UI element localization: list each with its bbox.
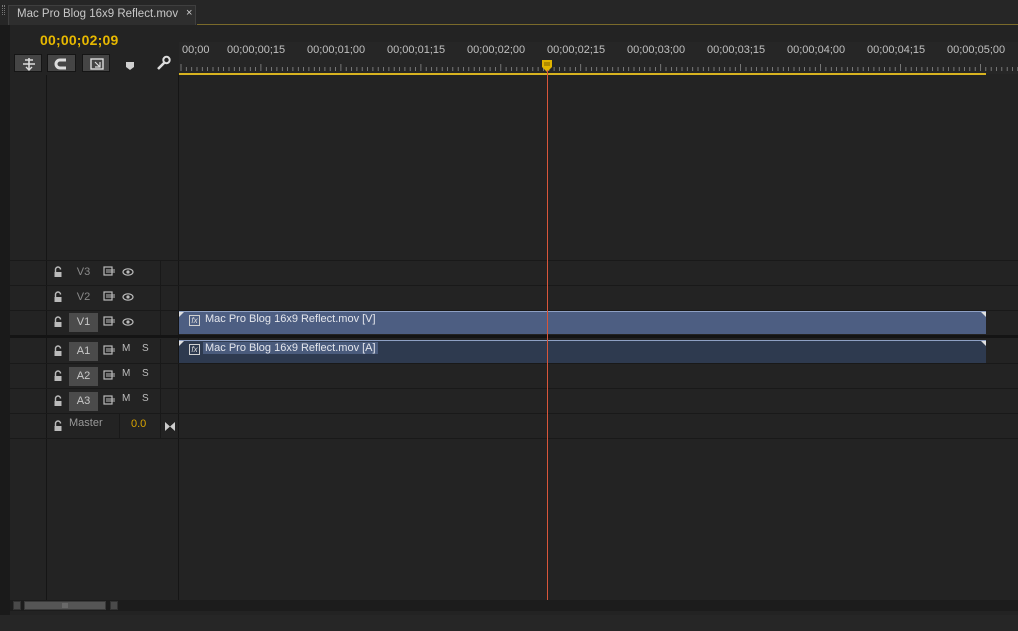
- ruler-label: 00;00;00;15: [227, 44, 286, 56]
- ruler-label: 00;00;05;00: [947, 44, 1006, 56]
- bottom-bar: [0, 615, 1018, 631]
- track-header-a1: A1 M S: [47, 339, 179, 364]
- track-name-a1[interactable]: A1: [69, 342, 98, 361]
- ruler-label: 00;00;04;00: [787, 44, 846, 56]
- lock-icon[interactable]: [53, 291, 63, 303]
- sync-lock-icon[interactable]: [103, 291, 117, 302]
- eye-icon[interactable]: [122, 317, 134, 327]
- playhead-timecode[interactable]: 00;00;02;09: [40, 32, 118, 48]
- track-header-v2: V2: [47, 285, 179, 310]
- video-clip-name: Mac Pro Blog 16x9 Reflect.mov [V]: [205, 313, 376, 325]
- wrench-settings-icon[interactable]: [154, 54, 172, 77]
- audio-clip-name: Mac Pro Blog 16x9 Reflect.mov [A]: [203, 342, 378, 354]
- track-header-v1: V1: [47, 310, 179, 335]
- panel-grip-icon[interactable]: [2, 5, 5, 15]
- track-header-a2: A2 M S: [47, 364, 179, 389]
- bowtie-icon[interactable]: [164, 421, 176, 432]
- fx-badge-icon[interactable]: fx: [189, 344, 200, 355]
- track-name-a3[interactable]: A3: [69, 392, 98, 411]
- lock-icon[interactable]: [53, 266, 63, 278]
- sync-lock-icon[interactable]: [103, 345, 117, 356]
- sync-lock-icon[interactable]: [103, 395, 117, 406]
- lock-icon[interactable]: [53, 345, 63, 357]
- eye-icon[interactable]: [122, 292, 134, 302]
- lock-icon[interactable]: [53, 420, 63, 432]
- horizontal-scrollbar[interactable]: [10, 600, 1018, 611]
- mute-button[interactable]: M: [122, 368, 130, 379]
- header-separator: [160, 310, 161, 335]
- grip-icon: [62, 603, 68, 608]
- header-separator: [160, 414, 161, 439]
- lock-icon[interactable]: [53, 370, 63, 382]
- clip-corner-icon: [179, 312, 184, 317]
- master-track-label: Master: [69, 417, 103, 429]
- tab-bar: Mac Pro Blog 16x9 Reflect.mov ×: [0, 0, 1018, 25]
- eye-icon[interactable]: [122, 267, 134, 277]
- linked-selection-icon[interactable]: [82, 54, 110, 72]
- header-separator: [160, 285, 161, 310]
- scroll-zoom-right-handle[interactable]: [110, 601, 118, 610]
- mute-button[interactable]: M: [122, 343, 130, 354]
- add-marker-icon[interactable]: [125, 58, 135, 76]
- clip-corner-icon: [981, 341, 986, 346]
- track-header-v3: V3: [47, 260, 179, 285]
- close-icon[interactable]: ×: [186, 7, 192, 19]
- header-separator: [160, 260, 161, 285]
- header-separator: [160, 339, 161, 364]
- header-separator: [160, 389, 161, 414]
- mute-button[interactable]: M: [122, 393, 130, 404]
- ruler-label: 00;00;03;15: [707, 44, 766, 56]
- track-name-v2[interactable]: V2: [69, 288, 98, 307]
- video-clip[interactable]: fx Mac Pro Blog 16x9 Reflect.mov [V]: [179, 311, 986, 334]
- audio-clip[interactable]: fx Mac Pro Blog 16x9 Reflect.mov [A]: [179, 340, 986, 363]
- ruler-label: 00;00;04;15: [867, 44, 926, 56]
- sync-lock-icon[interactable]: [103, 316, 117, 327]
- video-audio-divider[interactable]: [10, 335, 1018, 338]
- fx-badge-icon[interactable]: fx: [189, 315, 200, 326]
- clip-corner-icon: [981, 312, 986, 317]
- ruler-label: 00;00;03;00: [627, 44, 686, 56]
- track-name-v1[interactable]: V1: [69, 313, 98, 332]
- ruler-label: 00;00: [182, 44, 210, 56]
- timeline-panel: 00;00;02;09 00;00 00;00;00;15 00;00;01;0…: [10, 25, 1018, 615]
- sync-lock-icon[interactable]: [103, 266, 117, 277]
- ruler-label: 00;00;02;00: [467, 44, 526, 56]
- solo-button[interactable]: S: [142, 368, 149, 379]
- scroll-zoom-left-handle[interactable]: [13, 601, 21, 610]
- track-header-master: Master 0.0: [47, 414, 179, 439]
- track-name-a2[interactable]: A2: [69, 367, 98, 386]
- ruler-label: 00;00;01;00: [307, 44, 366, 56]
- ruler-label: 00;00;02;15: [547, 44, 606, 56]
- solo-button[interactable]: S: [142, 393, 149, 404]
- lock-icon[interactable]: [53, 316, 63, 328]
- playhead-line[interactable]: [547, 70, 548, 600]
- ruler-ticks: [180, 64, 1018, 71]
- work-area-bar[interactable]: [179, 73, 986, 75]
- tab-sequence[interactable]: Mac Pro Blog 16x9 Reflect.mov ×: [8, 5, 196, 25]
- snap-nested-icon[interactable]: [14, 54, 42, 72]
- time-ruler[interactable]: 00;00 00;00;00;15 00;00;01;00 00;00;01;1…: [179, 42, 1018, 74]
- header-separator: [119, 414, 120, 439]
- sync-lock-icon[interactable]: [103, 370, 117, 381]
- master-volume-value[interactable]: 0.0: [131, 418, 146, 430]
- lock-icon[interactable]: [53, 395, 63, 407]
- tab-title: Mac Pro Blog 16x9 Reflect.mov: [17, 8, 179, 20]
- magnet-snap-icon[interactable]: [47, 54, 76, 72]
- track-header-a3: A3 M S: [47, 389, 179, 414]
- ruler-label: 00;00;01;15: [387, 44, 446, 56]
- clip-corner-icon: [179, 341, 184, 346]
- header-separator: [160, 364, 161, 389]
- solo-button[interactable]: S: [142, 343, 149, 354]
- track-name-v3[interactable]: V3: [69, 263, 98, 282]
- scroll-thumb[interactable]: [24, 601, 106, 610]
